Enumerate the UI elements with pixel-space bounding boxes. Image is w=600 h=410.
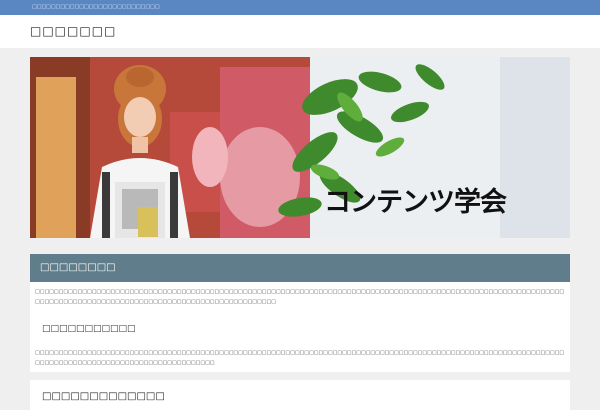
next-card: □□□□□□□□□□□□□ — [30, 380, 570, 410]
intro-paragraph: □□□□□□□□□□□□□□□□□□□□□□□□□□□□□□□□□□□□□□□□… — [35, 289, 565, 305]
site-header: □□□□□□□ — [0, 15, 600, 48]
body-paragraph: □□□□□□□□□□□□□□□□□□□□□□□□□□□□□□□□□□□□□□□□… — [35, 350, 565, 366]
card-header: □□□□□□□□ — [30, 254, 570, 282]
next-section-title: □□□□□□□□□□□□□ — [42, 391, 165, 402]
section-title: □□□□□□□□ — [40, 262, 116, 273]
hero-caption: コンテンツ学会 — [324, 187, 507, 218]
content-card: □□□□□□□□ □□□□□□□□□□□□□□□□□□□□□□□□□□□□□□□… — [30, 254, 570, 372]
section-subheading: □□□□□□□□□□□ — [42, 324, 136, 334]
top-bar: □□□□□□□□□□□□□□□□□□□□□□□□□□□ — [0, 0, 600, 15]
hero-banner: コンテンツ学会 — [30, 57, 570, 238]
site-title-link[interactable]: □□□□□□□ — [30, 23, 116, 39]
site-tagline: □□□□□□□□□□□□□□□□□□□□□□□□□□□ — [32, 4, 160, 10]
